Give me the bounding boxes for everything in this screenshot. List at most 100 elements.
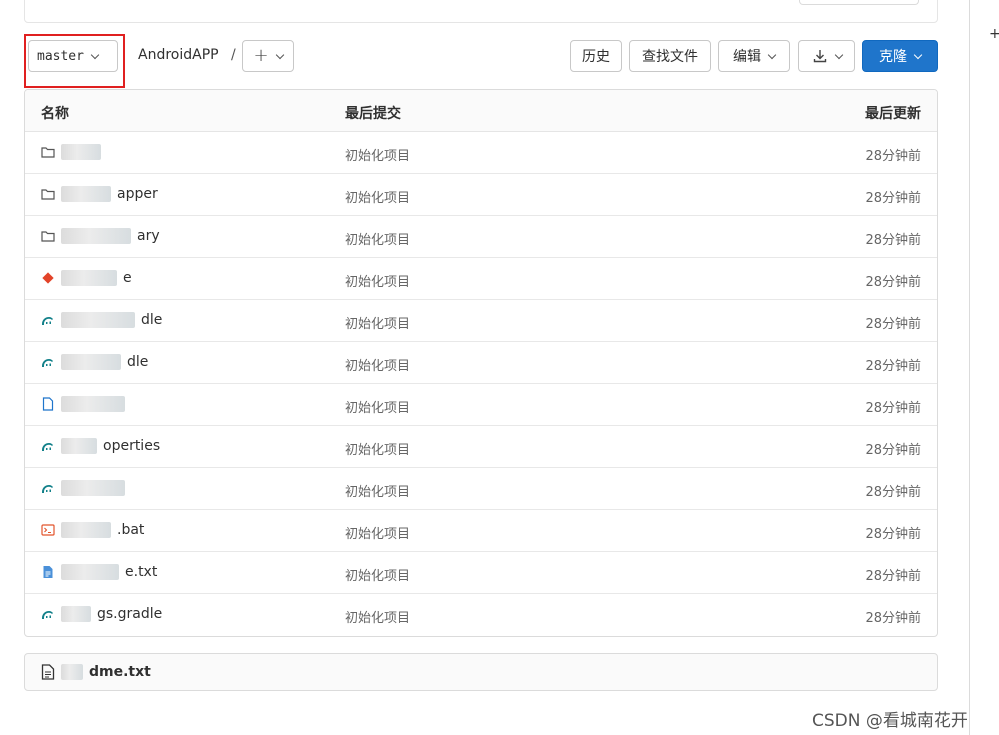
updated-time: 28分钟前 — [865, 443, 921, 458]
table-row[interactable]: dle 初始化项目 28分钟前 — [25, 300, 937, 342]
table-row[interactable]: .bat 初始化项目 28分钟前 — [25, 510, 937, 552]
file-name[interactable]: apper — [117, 186, 158, 202]
blurred-name — [61, 564, 119, 580]
text-file-icon — [41, 565, 55, 579]
gradle-icon — [41, 439, 55, 453]
file-name-cell[interactable]: e.txt — [41, 564, 157, 580]
download-icon — [813, 50, 826, 63]
file-name[interactable]: dle — [141, 312, 162, 328]
commit-message[interactable]: 初始化项目 — [345, 439, 410, 458]
gradle-icon — [41, 481, 55, 495]
file-name[interactable]: e.txt — [125, 564, 157, 580]
folder-icon — [41, 145, 55, 159]
updated-time: 28分钟前 — [865, 527, 921, 542]
updated-time: 28分钟前 — [865, 191, 921, 206]
file-name[interactable]: ary — [137, 228, 160, 244]
history-label: 历史 — [582, 49, 610, 65]
file-name-cell[interactable] — [41, 144, 107, 160]
gradle-icon — [41, 355, 55, 369]
file-name[interactable]: e — [123, 270, 132, 286]
updated-time: 28分钟前 — [865, 401, 921, 416]
table-row[interactable]: 初始化项目 28分钟前 — [25, 468, 937, 510]
edit-button[interactable]: 编辑 — [718, 40, 790, 72]
file-name[interactable]: dle — [127, 354, 148, 370]
breadcrumb: AndroidAPP / — [138, 47, 236, 63]
blurred-name — [61, 522, 111, 538]
commit-message[interactable]: 初始化项目 — [345, 145, 410, 164]
updated-time: 28分钟前 — [865, 275, 921, 290]
plus-icon: + — [253, 45, 269, 66]
updated-time: 28分钟前 — [865, 359, 921, 374]
updated-time: 28分钟前 — [865, 569, 921, 584]
git-icon — [41, 271, 55, 285]
table-row[interactable]: e.txt 初始化项目 28分钟前 — [25, 552, 937, 594]
file-name-cell[interactable]: gs.gradle — [41, 606, 162, 622]
file-name-cell[interactable]: dle — [41, 354, 148, 370]
blurred-name — [61, 664, 83, 680]
file-name-cell[interactable]: ary — [41, 228, 160, 244]
header-name: 名称 — [41, 106, 69, 122]
commit-message[interactable]: 初始化项目 — [345, 565, 410, 584]
breadcrumb-project[interactable]: AndroidAPP — [138, 47, 219, 63]
folder-icon — [41, 229, 55, 243]
file-name-cell[interactable]: dle — [41, 312, 162, 328]
find-file-label: 查找文件 — [642, 49, 698, 65]
previous-panel — [24, 0, 938, 23]
table-row[interactable]: gs.gradle 初始化项目 28分钟前 — [25, 594, 937, 636]
table-row[interactable]: operties 初始化项目 28分钟前 — [25, 426, 937, 468]
commit-message[interactable]: 初始化项目 — [345, 229, 410, 248]
commit-message[interactable]: 初始化项目 — [345, 481, 410, 500]
file-name[interactable]: .bat — [117, 522, 144, 538]
table-row[interactable]: e 初始化项目 28分钟前 — [25, 258, 937, 300]
table-row[interactable]: 初始化项目 28分钟前 — [25, 384, 937, 426]
blurred-name — [61, 354, 121, 370]
file-name-cell[interactable] — [41, 480, 131, 496]
header-last-update: 最后更新 — [865, 106, 921, 122]
file-name-cell[interactable] — [41, 396, 131, 412]
file-table: 名称 最后提交 最后更新 初始化项目 28分钟前 apper 初始化项目 28分钟前 ar… — [24, 89, 938, 637]
commit-message[interactable]: 初始化项目 — [345, 271, 410, 290]
chevron-down-icon — [913, 50, 923, 59]
history-button[interactable]: 历史 — [570, 40, 622, 72]
gradle-icon — [41, 313, 55, 327]
breadcrumb-separator: / — [231, 47, 236, 63]
file-name-cell[interactable]: .bat — [41, 522, 144, 538]
blurred-name — [61, 144, 101, 160]
document-icon — [41, 664, 55, 680]
blurred-name — [61, 480, 125, 496]
plus-icon[interactable]: + — [989, 26, 999, 42]
header-last-commit: 最后提交 — [345, 106, 401, 122]
readme-header: dme.txt — [24, 653, 938, 691]
commit-message[interactable]: 初始化项目 — [345, 523, 410, 542]
add-menu-button[interactable]: + — [242, 40, 294, 72]
terminal-icon — [41, 523, 55, 537]
find-file-button[interactable]: 查找文件 — [629, 40, 711, 72]
commit-message[interactable]: 初始化项目 — [345, 607, 410, 626]
table-row[interactable]: apper 初始化项目 28分钟前 — [25, 174, 937, 216]
panel-button[interactable] — [799, 0, 919, 5]
file-name-cell[interactable]: apper — [41, 186, 158, 202]
file-name[interactable]: operties — [103, 438, 160, 454]
blurred-name — [61, 606, 91, 622]
chevron-down-icon — [834, 50, 843, 59]
blurred-name — [61, 396, 125, 412]
commit-message[interactable]: 初始化项目 — [345, 355, 410, 374]
file-icon — [41, 397, 55, 411]
clone-button[interactable]: 克隆 — [862, 40, 938, 72]
updated-time: 28分钟前 — [865, 611, 921, 626]
file-name[interactable]: gs.gradle — [97, 606, 162, 622]
commit-message[interactable]: 初始化项目 — [345, 187, 410, 206]
watermark: CSDN @看城南花开 — [812, 711, 968, 731]
blurred-name — [61, 312, 135, 328]
table-row[interactable]: ary 初始化项目 28分钟前 — [25, 216, 937, 258]
commit-message[interactable]: 初始化项目 — [345, 397, 410, 416]
table-row[interactable]: 初始化项目 28分钟前 — [25, 132, 937, 174]
commit-message[interactable]: 初始化项目 — [345, 313, 410, 332]
readme-filename[interactable]: dme.txt — [89, 664, 151, 680]
file-name-cell[interactable]: operties — [41, 438, 160, 454]
download-button[interactable] — [798, 40, 855, 72]
table-row[interactable]: dle 初始化项目 28分钟前 — [25, 342, 937, 384]
branch-selector[interactable]: master — [28, 40, 118, 72]
file-name-cell[interactable]: e — [41, 270, 132, 286]
blurred-name — [61, 186, 111, 202]
